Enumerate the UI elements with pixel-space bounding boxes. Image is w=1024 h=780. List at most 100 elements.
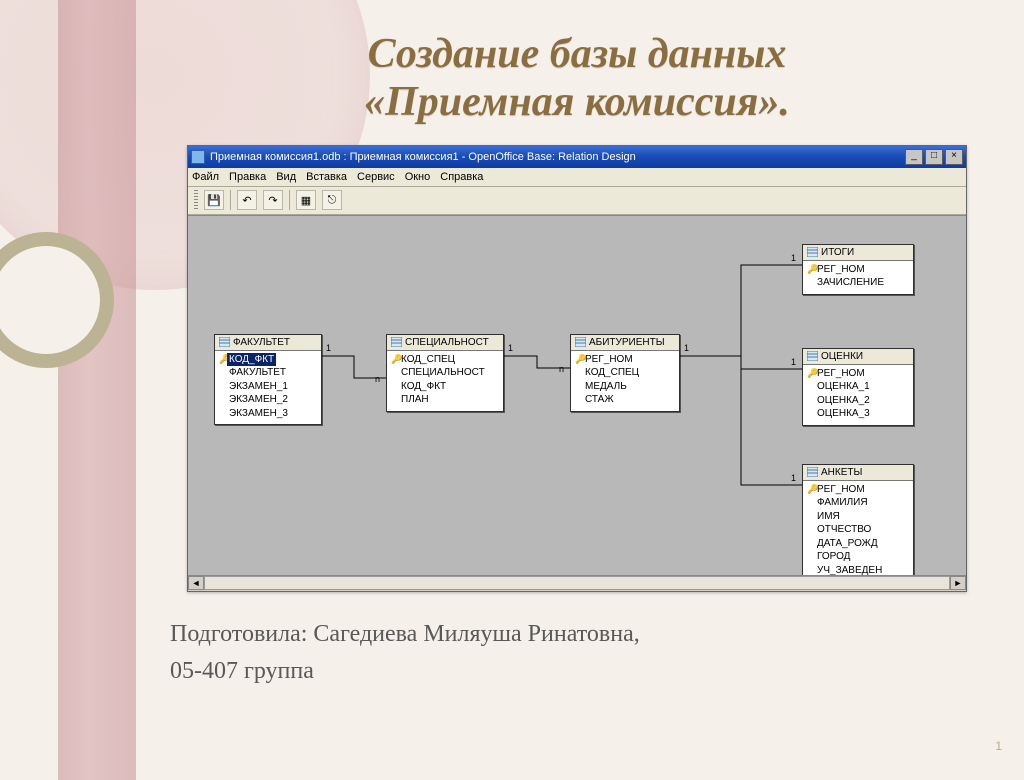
rel-label-one: 1	[684, 343, 689, 353]
field[interactable]: КОД_СПЕЦ	[575, 366, 675, 380]
toolbar-grip[interactable]	[194, 190, 198, 210]
menu-view[interactable]: Вид	[276, 171, 296, 183]
field[interactable]: 🔑КОД_ФКТ	[219, 353, 317, 367]
field[interactable]: МЕДАЛЬ	[575, 380, 675, 394]
table-icon	[391, 337, 402, 347]
menu-tools[interactable]: Сервис	[357, 171, 395, 183]
menu-help[interactable]: Справка	[440, 171, 483, 183]
close-button[interactable]: ×	[945, 149, 963, 165]
table-icon	[807, 467, 818, 477]
table-header[interactable]: ФАКУЛЬТЕТ	[215, 335, 321, 351]
table-name: ФАКУЛЬТЕТ	[233, 337, 290, 348]
app-icon	[191, 150, 205, 164]
footer: Подготовила: Сагедиева Миляуша Ринатовна…	[170, 616, 984, 690]
add-table-button[interactable]: ▦	[296, 190, 316, 210]
menu-edit[interactable]: Правка	[229, 171, 266, 183]
menubar: Файл Правка Вид Вставка Сервис Окно Спра…	[188, 168, 966, 187]
field[interactable]: ЭКЗАМЕН_3	[219, 407, 317, 421]
window-title: Приемная комиссия1.odb : Приемная комисс…	[210, 151, 905, 163]
field[interactable]: ФАКУЛЬТЕТ	[219, 366, 317, 380]
page-number: 1	[995, 739, 1002, 753]
add-table-icon: ▦	[301, 194, 311, 207]
key-icon: 🔑	[391, 353, 399, 365]
table-name: СПЕЦИАЛЬНОСТ	[405, 337, 489, 348]
field[interactable]: КОД_ФКТ	[391, 380, 499, 394]
field[interactable]: ОЦЕНКА_3	[807, 407, 909, 421]
field[interactable]: ОЦЕНКА_1	[807, 380, 909, 394]
redo-button[interactable]: ↷	[263, 190, 283, 210]
key-icon: 🔑	[807, 367, 815, 379]
menu-window[interactable]: Окно	[405, 171, 431, 183]
table-icon	[219, 337, 230, 347]
table-header[interactable]: СПЕЦИАЛЬНОСТ	[387, 335, 503, 351]
maximize-button[interactable]: □	[925, 149, 943, 165]
field[interactable]: 🔑РЕГ_НОМ	[807, 483, 909, 497]
table-ankety[interactable]: АНКЕТЫ 🔑РЕГ_НОМ ФАМИЛИЯ ИМЯ ОТЧЕСТВО ДАТ…	[802, 464, 914, 575]
toolbar-sep	[230, 190, 231, 210]
field[interactable]: ПЛАН	[391, 393, 499, 407]
author-line: Подготовила: Сагедиева Миляуша Ринатовна…	[170, 616, 984, 653]
table-icon	[807, 351, 818, 361]
rel-label-one: 1	[791, 357, 796, 367]
field[interactable]: ЗАЧИСЛЕНИЕ	[807, 276, 909, 290]
field[interactable]: ЭКЗАМЕН_2	[219, 393, 317, 407]
save-icon: 💾	[207, 194, 221, 207]
rel-label-many: n	[375, 374, 380, 384]
rel-label-one: 1	[508, 343, 513, 353]
scroll-right-button[interactable]: ►	[950, 576, 966, 590]
field[interactable]: СПЕЦИАЛЬНОСТ	[391, 366, 499, 380]
field[interactable]: 🔑РЕГ_НОМ	[807, 367, 909, 381]
slide-title: Создание базы данных «Приемная комиссия»…	[170, 30, 984, 127]
field[interactable]: УЧ_ЗАВЕДЕН	[807, 564, 909, 575]
rel-label-one: 1	[326, 343, 331, 353]
table-header[interactable]: АНКЕТЫ	[803, 465, 913, 481]
field[interactable]: 🔑РЕГ_НОМ	[807, 263, 909, 277]
field[interactable]: 🔑РЕГ_НОМ	[575, 353, 675, 367]
table-itogi[interactable]: ИТОГИ 🔑РЕГ_НОМ ЗАЧИСЛЕНИЕ	[802, 244, 914, 295]
table-header[interactable]: ИТОГИ	[803, 245, 913, 261]
field[interactable]: ОЦЕНКА_2	[807, 394, 909, 408]
table-header[interactable]: АБИТУРИЕНТЫ	[571, 335, 679, 351]
app-window: Приемная комиссия1.odb : Приемная комисс…	[187, 145, 967, 592]
field[interactable]: ГОРОД	[807, 550, 909, 564]
field[interactable]: ИМЯ	[807, 510, 909, 524]
table-name: АНКЕТЫ	[821, 467, 862, 478]
title-line-1: Создание базы данных	[368, 31, 787, 77]
window-titlebar[interactable]: Приемная комиссия1.odb : Приемная комисс…	[188, 146, 966, 168]
field[interactable]: ЭКЗАМЕН_1	[219, 380, 317, 394]
table-icon	[807, 247, 818, 257]
redo-icon: ↷	[268, 194, 277, 207]
key-icon: 🔑	[219, 353, 227, 365]
field[interactable]: ФАМИЛИЯ	[807, 496, 909, 510]
table-abiturients[interactable]: АБИТУРИЕНТЫ 🔑РЕГ_НОМ КОД_СПЕЦ МЕДАЛЬ СТА…	[570, 334, 680, 412]
rel-label-one: 1	[791, 473, 796, 483]
new-relation-button[interactable]: ⎋	[322, 190, 342, 210]
new-relation-icon: ⎋	[328, 194, 337, 207]
save-button[interactable]: 💾	[204, 190, 224, 210]
table-otsenki[interactable]: ОЦЕНКИ 🔑РЕГ_НОМ ОЦЕНКА_1 ОЦЕНКА_2 ОЦЕНКА…	[802, 348, 914, 426]
table-header[interactable]: ОЦЕНКИ	[803, 349, 913, 365]
rel-label-many: n	[559, 364, 564, 374]
undo-icon: ↶	[242, 194, 251, 207]
table-specialnost[interactable]: СПЕЦИАЛЬНОСТ 🔑КОД_СПЕЦ СПЕЦИАЛЬНОСТ КОД_…	[386, 334, 504, 412]
table-icon	[575, 337, 586, 347]
field[interactable]: СТАЖ	[575, 393, 675, 407]
key-icon: 🔑	[575, 353, 583, 365]
field[interactable]: 🔑КОД_СПЕЦ	[391, 353, 499, 367]
undo-button[interactable]: ↶	[237, 190, 257, 210]
table-name: АБИТУРИЕНТЫ	[589, 337, 665, 348]
menu-file[interactable]: Файл	[192, 171, 219, 183]
relation-canvas[interactable]: ФАКУЛЬТЕТ 🔑КОД_ФКТ ФАКУЛЬТЕТ ЭКЗАМЕН_1 Э…	[188, 215, 966, 575]
menu-insert[interactable]: Вставка	[306, 171, 347, 183]
key-icon: 🔑	[807, 263, 815, 275]
field[interactable]: ОТЧЕСТВО	[807, 523, 909, 537]
table-name: ИТОГИ	[821, 247, 854, 258]
field[interactable]: ДАТА_РОЖД	[807, 537, 909, 551]
toolbar-sep	[289, 190, 290, 210]
minimize-button[interactable]: _	[905, 149, 923, 165]
scroll-track[interactable]	[204, 576, 950, 590]
horizontal-scrollbar[interactable]: ◄ ►	[188, 575, 966, 591]
title-line-2: «Приемная комиссия».	[364, 79, 790, 125]
scroll-left-button[interactable]: ◄	[188, 576, 204, 590]
table-facultet[interactable]: ФАКУЛЬТЕТ 🔑КОД_ФКТ ФАКУЛЬТЕТ ЭКЗАМЕН_1 Э…	[214, 334, 322, 426]
